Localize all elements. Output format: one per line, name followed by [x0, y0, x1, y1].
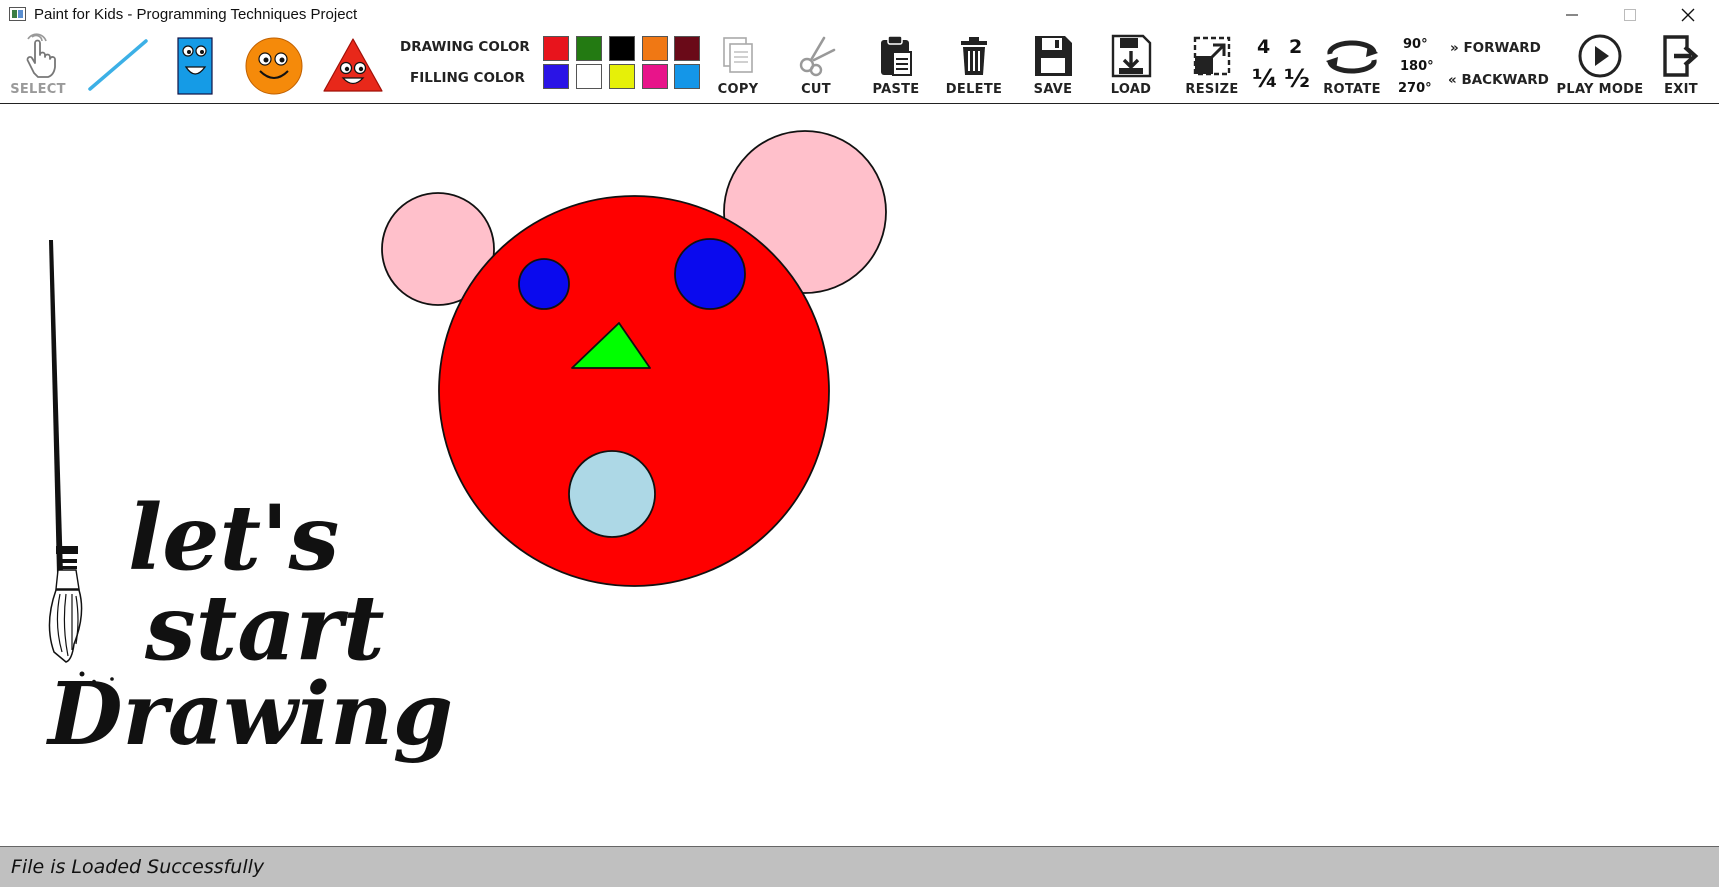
- floppy-disk-icon: [1032, 30, 1074, 82]
- close-button[interactable]: [1659, 0, 1717, 30]
- rotate-180-button[interactable]: 180°: [1400, 59, 1434, 74]
- filling-color-swatch-blue[interactable]: [543, 64, 569, 89]
- line-icon: [84, 30, 150, 100]
- mouth-circle[interactable]: [568, 450, 656, 538]
- filling-color-label: FILLING COLOR: [410, 70, 525, 86]
- drawing-color-swatch-orange[interactable]: [642, 36, 668, 61]
- resize-factor-quarter[interactable]: ¼: [1252, 64, 1278, 93]
- window-title: Paint for Kids - Programming Techniques …: [34, 6, 358, 23]
- drawing-canvas[interactable]: let's start Drawing: [0, 104, 1719, 846]
- rotate-button[interactable]: ROTATE: [1318, 30, 1386, 104]
- double-chevron-right-icon: »: [1450, 40, 1459, 56]
- resize-factor-half[interactable]: ½: [1284, 64, 1310, 93]
- save-button[interactable]: SAVE: [1025, 30, 1081, 104]
- paste-label: PASTE: [872, 82, 920, 97]
- rotate-270-button[interactable]: 270°: [1398, 81, 1432, 96]
- left-eye-circle[interactable]: [518, 258, 570, 310]
- maximize-button[interactable]: [1601, 0, 1659, 30]
- rectangle-tool-button[interactable]: [172, 30, 218, 104]
- circle-tool-button[interactable]: [242, 30, 306, 104]
- hand-pointer-icon: [18, 30, 58, 82]
- copy-label: COPY: [717, 82, 759, 97]
- resize-label: RESIZE: [1185, 82, 1239, 97]
- title-bar: Paint for Kids - Programming Techniques …: [0, 0, 1719, 30]
- app-icon: [9, 7, 26, 21]
- filling-color-swatch-sky-blue[interactable]: [674, 64, 700, 89]
- drawing-text: Drawing: [45, 664, 453, 765]
- status-bar: File is Loaded Successfully: [0, 846, 1719, 887]
- copy-icon: [718, 30, 758, 82]
- forward-label: FORWARD: [1463, 40, 1541, 56]
- backward-label: BACKWARD: [1461, 72, 1549, 88]
- clipboard-icon: [876, 30, 916, 82]
- triangle-tool-button[interactable]: [320, 30, 386, 104]
- load-icon: [1110, 30, 1152, 82]
- triangle-face-icon: [321, 30, 385, 100]
- minimize-icon: [1566, 14, 1578, 16]
- exit-label: EXIT: [1664, 82, 1698, 97]
- filling-color-swatch-pink[interactable]: [642, 64, 668, 89]
- resize-icon: [1191, 30, 1233, 82]
- paste-button[interactable]: PASTE: [868, 30, 924, 104]
- filling-color-swatch-white[interactable]: [576, 64, 602, 89]
- save-label: SAVE: [1033, 82, 1073, 97]
- select-tool-button[interactable]: SELECT: [8, 30, 68, 104]
- exit-icon: [1661, 30, 1701, 82]
- filling-color-swatch-yellow[interactable]: [609, 64, 635, 89]
- cut-button[interactable]: CUT: [790, 30, 842, 104]
- play-mode-label: PLAY MODE: [1556, 82, 1644, 97]
- scissors-icon: [794, 30, 838, 82]
- rotate-icon: [1320, 30, 1384, 82]
- rotate-90-button[interactable]: 90°: [1403, 37, 1428, 52]
- drawing-color-swatch-black[interactable]: [609, 36, 635, 61]
- delete-label: DELETE: [945, 82, 1003, 97]
- load-label: LOAD: [1110, 82, 1152, 97]
- canvas-surface[interactable]: let's start Drawing: [0, 104, 1719, 846]
- maximize-icon: [1624, 9, 1636, 21]
- trash-icon: [956, 30, 992, 82]
- copy-button[interactable]: COPY: [712, 30, 764, 104]
- drawing-color-label: DRAWING COLOR: [400, 39, 530, 55]
- toolbar: SELECT DRAWING COLOR FILLING COLOR COPY …: [0, 30, 1719, 104]
- forward-button[interactable]: » FORWARD: [1450, 40, 1541, 56]
- status-message: File is Loaded Successfully: [11, 856, 265, 878]
- right-eye-circle[interactable]: [674, 238, 746, 310]
- circle-face-icon: [243, 30, 305, 100]
- paintbrush-icon: [48, 240, 114, 685]
- exit-button[interactable]: EXIT: [1656, 30, 1706, 104]
- resize-factor-4[interactable]: 4: [1257, 36, 1270, 58]
- play-icon: [1577, 30, 1623, 82]
- drawing-color-swatch-green[interactable]: [576, 36, 602, 61]
- line-tool-button[interactable]: [82, 30, 152, 104]
- resize-button[interactable]: RESIZE: [1180, 30, 1244, 104]
- rotate-label: ROTATE: [1323, 82, 1381, 97]
- backward-button[interactable]: « BACKWARD: [1448, 72, 1549, 88]
- delete-button[interactable]: DELETE: [945, 30, 1003, 104]
- select-label: SELECT: [10, 82, 66, 97]
- double-chevron-left-icon: «: [1448, 72, 1457, 88]
- cut-label: CUT: [801, 82, 831, 97]
- drawing-color-swatch-maroon[interactable]: [674, 36, 700, 61]
- minimize-button[interactable]: [1543, 0, 1601, 30]
- close-icon: [1681, 8, 1695, 22]
- play-mode-button[interactable]: PLAY MODE: [1557, 30, 1643, 104]
- resize-factor-2[interactable]: 2: [1289, 36, 1302, 58]
- load-button[interactable]: LOAD: [1103, 30, 1159, 104]
- drawing-color-swatch-red[interactable]: [543, 36, 569, 61]
- rectangle-face-icon: [175, 30, 215, 100]
